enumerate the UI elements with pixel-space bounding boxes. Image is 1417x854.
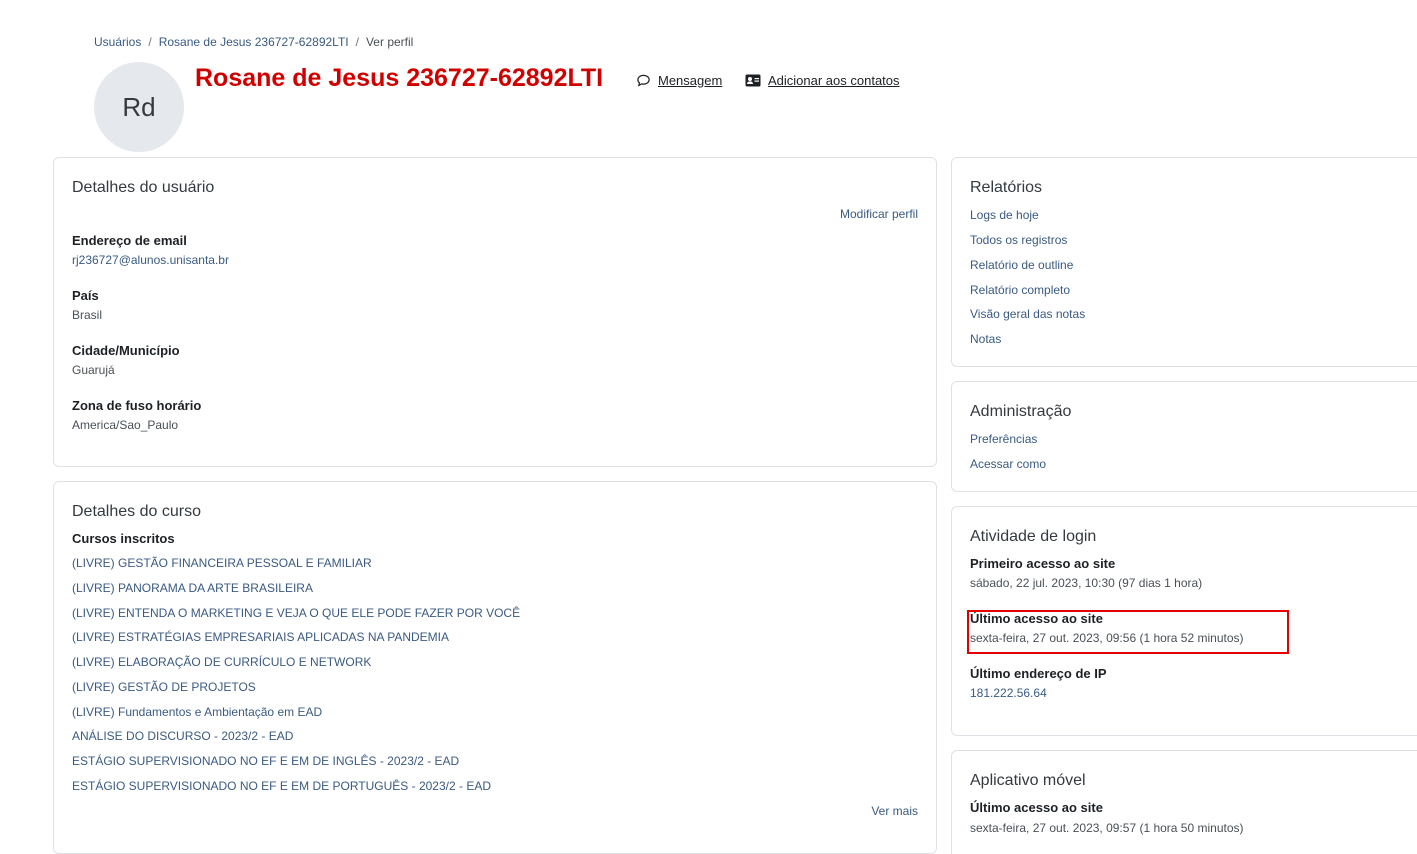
course-link[interactable]: ESTÁGIO SUPERVISIONADO NO EF E EM DE POR… <box>72 779 491 793</box>
course-link[interactable]: (LIVRE) ESTRATÉGIAS EMPRESARIAIS APLICAD… <box>72 630 449 644</box>
mobile-last-access-value: sexta-feira, 27 out. 2023, 09:57 (1 hora… <box>970 821 1244 835</box>
report-link-today-logs[interactable]: Logs de hoje <box>970 208 1039 222</box>
message-button[interactable]: Mensagem <box>635 72 722 88</box>
mobile-app-title: Aplicativo móvel <box>970 772 1086 789</box>
timezone-label: Zona de fuso horário <box>72 398 202 413</box>
speech-bubble-icon <box>635 72 651 88</box>
administration-title: Administração <box>970 403 1072 420</box>
see-more-link[interactable]: Ver mais <box>871 804 918 818</box>
preferences-link[interactable]: Preferências <box>970 432 1037 446</box>
course-link[interactable]: (LIVRE) Fundamentos e Ambientação em EAD <box>72 705 322 719</box>
course-details-title: Detalhes do curso <box>72 503 201 520</box>
breadcrumb-separator: / <box>148 35 152 49</box>
mobile-app-card: Aplicativo móvel Último acesso ao site s… <box>951 750 1417 854</box>
course-link[interactable]: ANÁLISE DO DISCURSO - 2023/2 - EAD <box>72 729 293 743</box>
timezone-value: America/Sao_Paulo <box>72 418 179 432</box>
message-label: Mensagem <box>658 72 723 88</box>
edit-profile-link[interactable]: Modificar perfil <box>840 207 918 221</box>
user-details-title: Detalhes do usuário <box>72 179 215 196</box>
city-value: Guarujá <box>72 363 115 377</box>
report-link-grades[interactable]: Notas <box>970 332 1001 346</box>
breadcrumb-users-link[interactable]: Usuários <box>94 35 141 49</box>
reports-title: Relatórios <box>970 179 1043 196</box>
email-label: Endereço de email <box>72 233 187 248</box>
login-as-link[interactable]: Acessar como <box>970 457 1046 471</box>
reports-card: Relatórios Logs de hoje Todos os registr… <box>951 157 1417 367</box>
course-link[interactable]: (LIVRE) ELABORAÇÃO DE CURRÍCULO E NETWOR… <box>72 655 371 669</box>
breadcrumb-separator: / <box>355 35 359 49</box>
course-link[interactable]: (LIVRE) GESTÃO FINANCEIRA PESSOAL E FAMI… <box>72 556 372 570</box>
report-link-outline[interactable]: Relatório de outline <box>970 258 1073 272</box>
last-ip-link[interactable]: 181.222.56.64 <box>970 686 1047 700</box>
login-activity-title: Atividade de login <box>970 528 1097 545</box>
add-contact-button[interactable]: Adicionar aos contatos <box>745 72 900 88</box>
avatar: Rd <box>94 62 184 152</box>
report-link-grades-overview[interactable]: Visão geral das notas <box>970 307 1085 321</box>
course-details-card: Detalhes do curso Cursos inscritos (LIVR… <box>53 481 937 854</box>
user-details-card: Detalhes do usuário Modificar perfil End… <box>53 157 937 467</box>
first-access-value: sábado, 22 jul. 2023, 10:30 (97 dias 1 h… <box>970 576 1203 590</box>
report-link-complete[interactable]: Relatório completo <box>970 283 1070 297</box>
mobile-last-access-label: Último acesso ao site <box>970 800 1103 815</box>
report-link-all-logs[interactable]: Todos os registros <box>970 233 1067 247</box>
course-link[interactable]: ESTÁGIO SUPERVISIONADO NO EF E EM DE ING… <box>72 754 459 768</box>
enrolled-courses-label: Cursos inscritos <box>72 531 175 546</box>
last-ip-label: Último endereço de IP <box>970 666 1107 681</box>
first-access-label: Primeiro acesso ao site <box>970 556 1116 571</box>
course-link[interactable]: (LIVRE) PANORAMA DA ARTE BRASILEIRA <box>72 581 313 595</box>
country-value: Brasil <box>72 308 103 322</box>
breadcrumb-user-link[interactable]: Rosane de Jesus 236727-62892LTI <box>159 35 349 49</box>
city-label: Cidade/Município <box>72 343 180 358</box>
breadcrumb: Usuários / Rosane de Jesus 236727-62892L… <box>94 35 413 49</box>
highlight-annotation-box <box>967 610 1289 654</box>
page-title: Rosane de Jesus 236727-62892LTI <box>195 64 604 92</box>
address-card-icon <box>745 72 761 88</box>
administration-card: Administração Preferências Acessar como <box>951 381 1417 492</box>
add-contact-label: Adicionar aos contatos <box>768 72 900 88</box>
breadcrumb-current: Ver perfil <box>365 35 414 49</box>
email-link[interactable]: rj236727@alunos.unisanta.br <box>72 253 229 267</box>
country-label: País <box>72 288 99 303</box>
course-link[interactable]: (LIVRE) GESTÃO DE PROJETOS <box>72 680 256 694</box>
course-link[interactable]: (LIVRE) ENTENDA O MARKETING E VEJA O QUE… <box>72 606 520 620</box>
